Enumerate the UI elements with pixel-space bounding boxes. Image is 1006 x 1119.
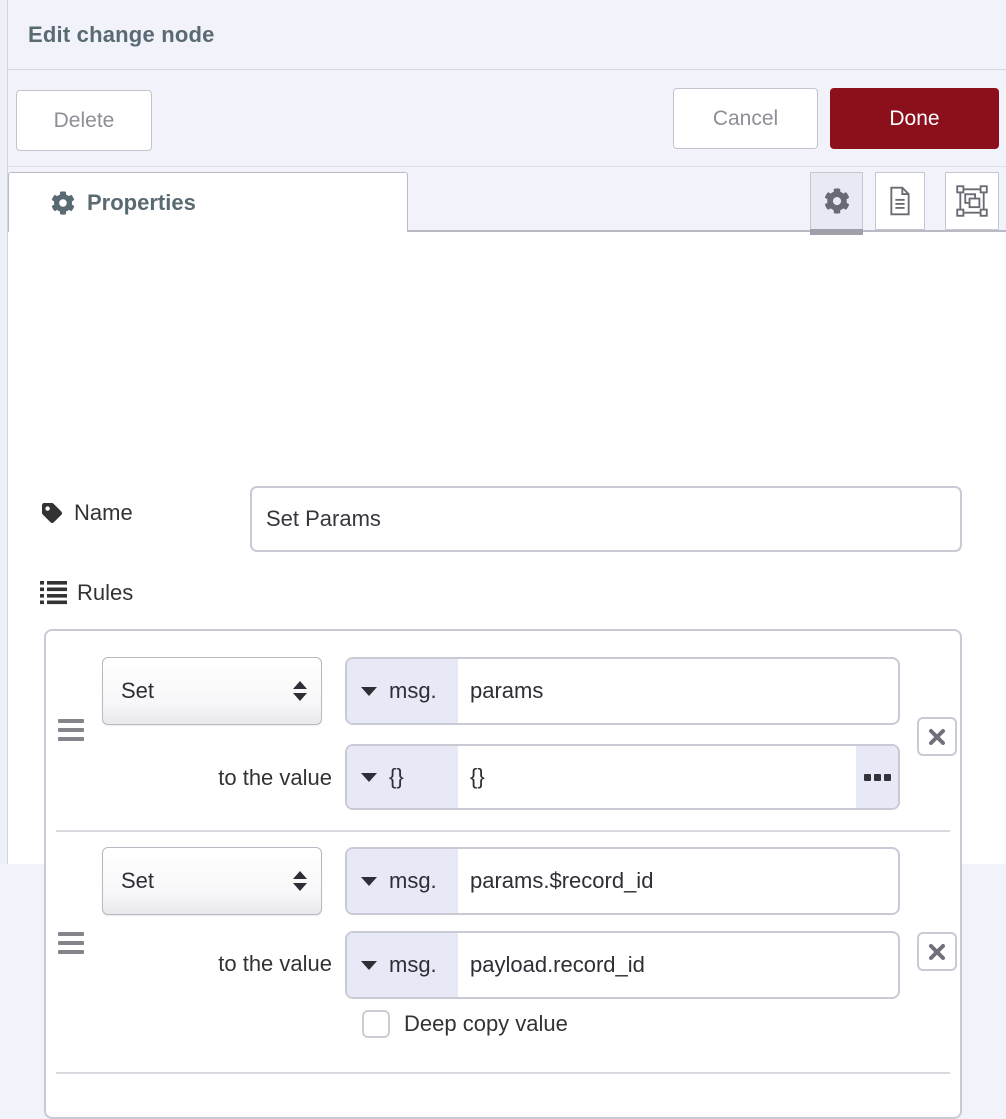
- chevron-down-icon: [361, 773, 377, 782]
- chevron-down-icon: [361, 877, 377, 886]
- gear-icon: [51, 191, 75, 215]
- dialog-title: Edit change node: [28, 22, 215, 48]
- deep-copy-option: Deep copy value: [362, 1010, 568, 1038]
- chevron-down-icon: [361, 961, 377, 970]
- tab-bar: Properties: [8, 168, 1006, 232]
- deep-copy-label: Deep copy value: [404, 1011, 568, 1037]
- remove-rule-button[interactable]: [917, 932, 957, 971]
- value-type-selector[interactable]: {}: [347, 746, 458, 808]
- property-type-selector[interactable]: msg.: [347, 659, 458, 723]
- object-group-icon-button[interactable]: [945, 172, 999, 230]
- done-button[interactable]: Done: [830, 88, 999, 149]
- gear-icon: [824, 188, 850, 214]
- rule-property-input[interactable]: msg. params.$record_id: [345, 847, 900, 915]
- value-type-selector[interactable]: msg.: [347, 933, 458, 997]
- tray-edge: [0, 0, 8, 864]
- dialog-toolbar: Delete Cancel Done: [8, 71, 1006, 167]
- object-group-icon: [956, 185, 988, 217]
- property-type-selector[interactable]: msg.: [347, 849, 458, 913]
- chevron-down-icon: [361, 687, 377, 696]
- rule-action-select[interactable]: Set: [102, 657, 322, 725]
- rules-section-label: Rules: [40, 580, 133, 606]
- properties-tab-button[interactable]: [810, 172, 863, 230]
- document-icon: [886, 186, 914, 216]
- rule-value-input[interactable]: {} {}: [345, 744, 900, 810]
- name-input[interactable]: [250, 486, 962, 552]
- description-tab-button[interactable]: [875, 172, 925, 230]
- ellipsis-icon: [864, 774, 871, 781]
- dialog-header: Edit change node: [8, 0, 1006, 70]
- deep-copy-checkbox[interactable]: [362, 1010, 390, 1038]
- name-field-label: Name: [40, 500, 133, 526]
- drag-handle-icon[interactable]: [58, 932, 84, 954]
- select-arrows-icon: [293, 871, 307, 891]
- select-arrows-icon: [293, 681, 307, 701]
- rule-property-input[interactable]: msg. params: [345, 657, 900, 725]
- rule-divider: [56, 830, 950, 832]
- rules-list: Set msg. params to the value {}: [44, 629, 962, 1119]
- cancel-button[interactable]: Cancel: [673, 88, 818, 149]
- to-the-value-label: to the value: [102, 765, 332, 791]
- tab-properties[interactable]: Properties: [8, 172, 408, 232]
- expand-editor-button[interactable]: [856, 746, 898, 808]
- remove-rule-button[interactable]: [917, 717, 957, 756]
- list-icon: [40, 580, 67, 606]
- rule-action-select[interactable]: Set: [102, 847, 322, 915]
- rule-value-input[interactable]: msg. payload.record_id: [345, 931, 900, 999]
- close-icon: [928, 943, 946, 961]
- close-icon: [928, 728, 946, 746]
- tag-icon: [40, 501, 64, 525]
- properties-panel: Name Rules Set: [8, 232, 1006, 864]
- drag-handle-icon[interactable]: [58, 719, 84, 741]
- rule-divider: [56, 1072, 950, 1074]
- tab-properties-label: Properties: [87, 190, 196, 216]
- delete-button[interactable]: Delete: [16, 90, 152, 151]
- to-the-value-label: to the value: [102, 951, 332, 977]
